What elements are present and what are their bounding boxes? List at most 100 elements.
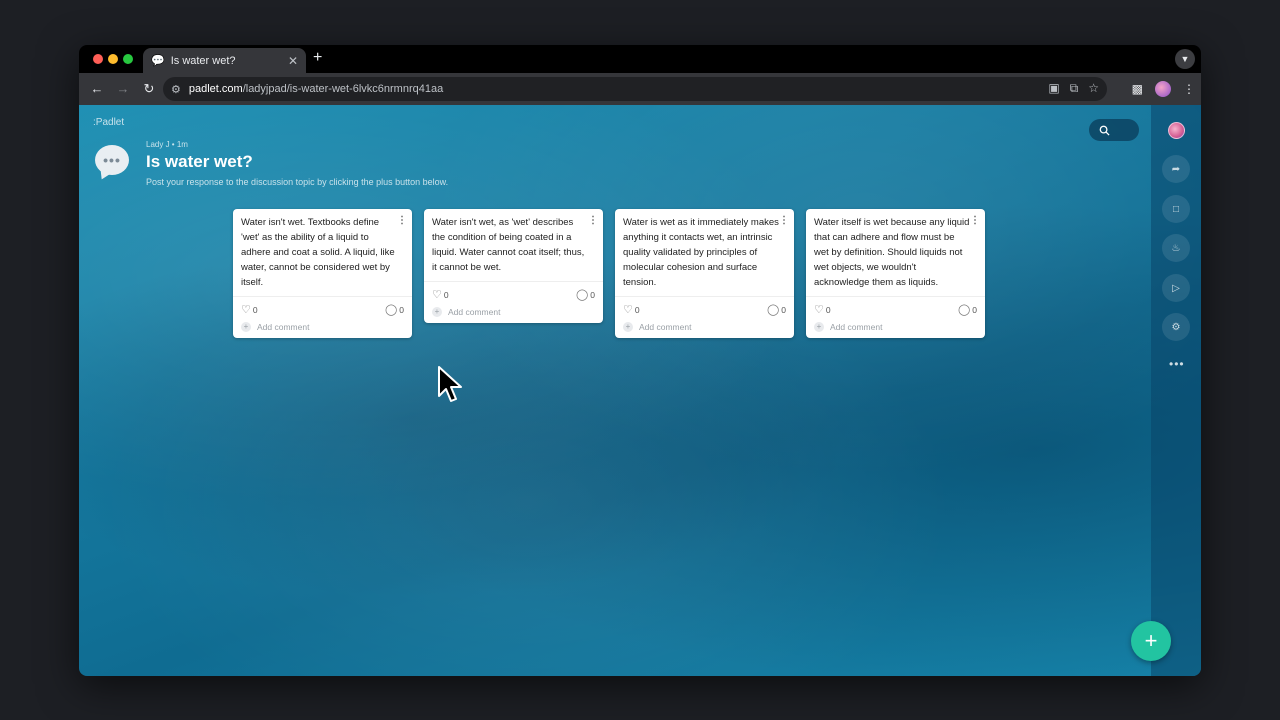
- add-comment-label: Add comment: [257, 322, 310, 332]
- comment-count: 0: [781, 304, 786, 315]
- comment-icon: ◯: [957, 304, 971, 316]
- extensions-icon[interactable]: ▩: [1132, 82, 1143, 96]
- comment-count: 0: [972, 304, 977, 315]
- post-card[interactable]: Water isn't wet. Textbooks define 'wet' …: [233, 209, 412, 338]
- settings-button[interactable]: ⚙: [1162, 313, 1190, 341]
- back-button[interactable]: ←: [85, 81, 109, 97]
- post-stats: ♡ 0 ◯ 0: [424, 281, 603, 301]
- close-window-button[interactable]: [93, 54, 103, 64]
- remake-icon: □: [1172, 203, 1180, 215]
- play-icon: ▷: [1172, 282, 1180, 294]
- url-path: /ladyjpad/is-water-wet-6lvkc6nrmnrq41aa: [242, 83, 444, 95]
- like-button[interactable]: ♡ 0: [623, 303, 640, 316]
- browser-toolbar: ← → ↻ ⚙ padlet.com/ladyjpad/is-water-wet…: [79, 73, 1201, 105]
- heart-icon: ♡: [241, 304, 251, 316]
- post-card[interactable]: Water itself is wet because any liquid t…: [806, 209, 985, 338]
- post-content: Water isn't wet. Textbooks define 'wet' …: [233, 209, 412, 290]
- comment-icon: ◯: [384, 304, 398, 316]
- post-menu-icon[interactable]: ⋮: [588, 213, 598, 228]
- bell-icon: ♨: [1171, 242, 1181, 254]
- like-count: 0: [825, 304, 831, 315]
- share-icon: ➦: [1171, 163, 1181, 175]
- like-button[interactable]: ♡ 0: [241, 303, 258, 316]
- comment-count-button[interactable]: ◯ 0: [767, 303, 786, 316]
- like-count: 0: [634, 304, 640, 315]
- add-comment-label: Add comment: [639, 322, 692, 332]
- author-meta: Lady J • 1m: [146, 140, 188, 149]
- comment-icon: ◯: [575, 289, 589, 301]
- plus-icon: +: [241, 322, 251, 332]
- post-text: Water itself is wet because any liquid t…: [814, 217, 970, 288]
- comment-icon: ◯: [766, 304, 780, 316]
- add-comment-field[interactable]: + Add comment: [615, 316, 794, 338]
- notifications-button[interactable]: ♨: [1162, 234, 1190, 262]
- post-stats: ♡ 0 ◯ 0: [233, 296, 412, 316]
- address-bar[interactable]: ⚙ padlet.com/ladyjpad/is-water-wet-6lvkc…: [163, 77, 1107, 101]
- post-text: Water isn't wet. Textbooks define 'wet' …: [241, 217, 395, 288]
- url-domain: padlet.com: [188, 83, 243, 95]
- post-menu-icon[interactable]: ⋮: [397, 213, 407, 228]
- mouse-cursor-icon: [438, 366, 462, 402]
- heart-icon: ♡: [623, 304, 633, 316]
- plus-icon: +: [432, 307, 442, 317]
- comment-count: 0: [399, 304, 404, 315]
- minimize-window-button[interactable]: [108, 54, 118, 64]
- open-in-window-icon[interactable]: ⧉: [1070, 81, 1079, 96]
- tab-search-button[interactable]: ▼: [1175, 49, 1195, 69]
- comment-count-button[interactable]: ◯ 0: [385, 303, 404, 316]
- post-text: Water is wet as it immediately makes any…: [623, 217, 779, 288]
- plus-icon: +: [623, 322, 633, 332]
- post-content: Water isn't wet, as 'wet' describes the …: [424, 209, 603, 275]
- post-card[interactable]: Water is wet as it immediately makes any…: [615, 209, 794, 338]
- post-card[interactable]: Water isn't wet, as 'wet' describes the …: [424, 209, 603, 323]
- more-options-button[interactable]: •••: [1169, 357, 1185, 371]
- discussion-bubble-icon: •••: [95, 145, 129, 175]
- padlet-logo[interactable]: :Padlet: [93, 117, 124, 128]
- board-description: Post your response to the discussion top…: [146, 177, 449, 187]
- tab-is-water-wet[interactable]: 💬 Is water wet? ✕: [143, 48, 306, 73]
- post-menu-icon[interactable]: ⋮: [779, 213, 789, 228]
- browser-menu-icon[interactable]: ⋮: [1183, 82, 1195, 96]
- post-content: Water itself is wet because any liquid t…: [806, 209, 985, 290]
- forward-button[interactable]: →: [111, 81, 135, 97]
- browser-window: 💬 Is water wet? ✕ + ▼ ← → ↻ ⚙ padlet.com…: [79, 45, 1201, 676]
- post-content: Water is wet as it immediately makes any…: [615, 209, 794, 290]
- new-tab-button[interactable]: +: [313, 49, 322, 67]
- maximize-window-button[interactable]: [123, 54, 133, 64]
- post-text: Water isn't wet, as 'wet' describes the …: [432, 217, 585, 273]
- share-button[interactable]: ➦: [1162, 155, 1190, 183]
- comment-count: 0: [590, 289, 595, 300]
- padlet-board: :Padlet ••• Lady J • 1m Is water wet? Po…: [79, 105, 1201, 676]
- user-avatar[interactable]: [1168, 122, 1185, 139]
- slideshow-button[interactable]: ▷: [1162, 274, 1190, 302]
- comment-count-button[interactable]: ◯ 0: [576, 288, 595, 301]
- right-action-rail: ➦ □ ♨ ▷ ⚙ •••: [1151, 105, 1201, 676]
- profile-avatar[interactable]: [1155, 81, 1171, 97]
- like-button[interactable]: ♡ 0: [432, 288, 449, 301]
- add-post-button[interactable]: +: [1131, 621, 1171, 661]
- close-tab-icon[interactable]: ✕: [288, 54, 298, 68]
- gear-icon: ⚙: [1171, 321, 1181, 333]
- like-button[interactable]: ♡ 0: [814, 303, 831, 316]
- post-stats: ♡ 0 ◯ 0: [615, 296, 794, 316]
- add-comment-field[interactable]: + Add comment: [424, 301, 603, 323]
- remake-button[interactable]: □: [1162, 195, 1190, 223]
- site-settings-icon[interactable]: ⚙: [171, 83, 181, 96]
- bookmark-star-icon[interactable]: ☆: [1088, 81, 1099, 96]
- like-count: 0: [252, 304, 258, 315]
- heart-icon: ♡: [814, 304, 824, 316]
- post-menu-icon[interactable]: ⋮: [970, 213, 980, 228]
- comment-count-button[interactable]: ◯ 0: [958, 303, 977, 316]
- like-count: 0: [443, 289, 449, 300]
- reload-button[interactable]: ↻: [137, 81, 161, 97]
- url-text: padlet.com/ladyjpad/is-water-wet-6lvkc6n…: [189, 83, 443, 95]
- install-app-icon[interactable]: ▣: [1048, 81, 1059, 96]
- add-comment-field[interactable]: + Add comment: [806, 316, 985, 338]
- heart-icon: ♡: [432, 289, 442, 301]
- add-comment-label: Add comment: [830, 322, 883, 332]
- post-stats: ♡ 0 ◯ 0: [806, 296, 985, 316]
- search-button[interactable]: [1089, 119, 1139, 141]
- add-comment-field[interactable]: + Add comment: [233, 316, 412, 338]
- tab-title: Is water wet?: [170, 54, 236, 67]
- search-icon: [1099, 125, 1110, 136]
